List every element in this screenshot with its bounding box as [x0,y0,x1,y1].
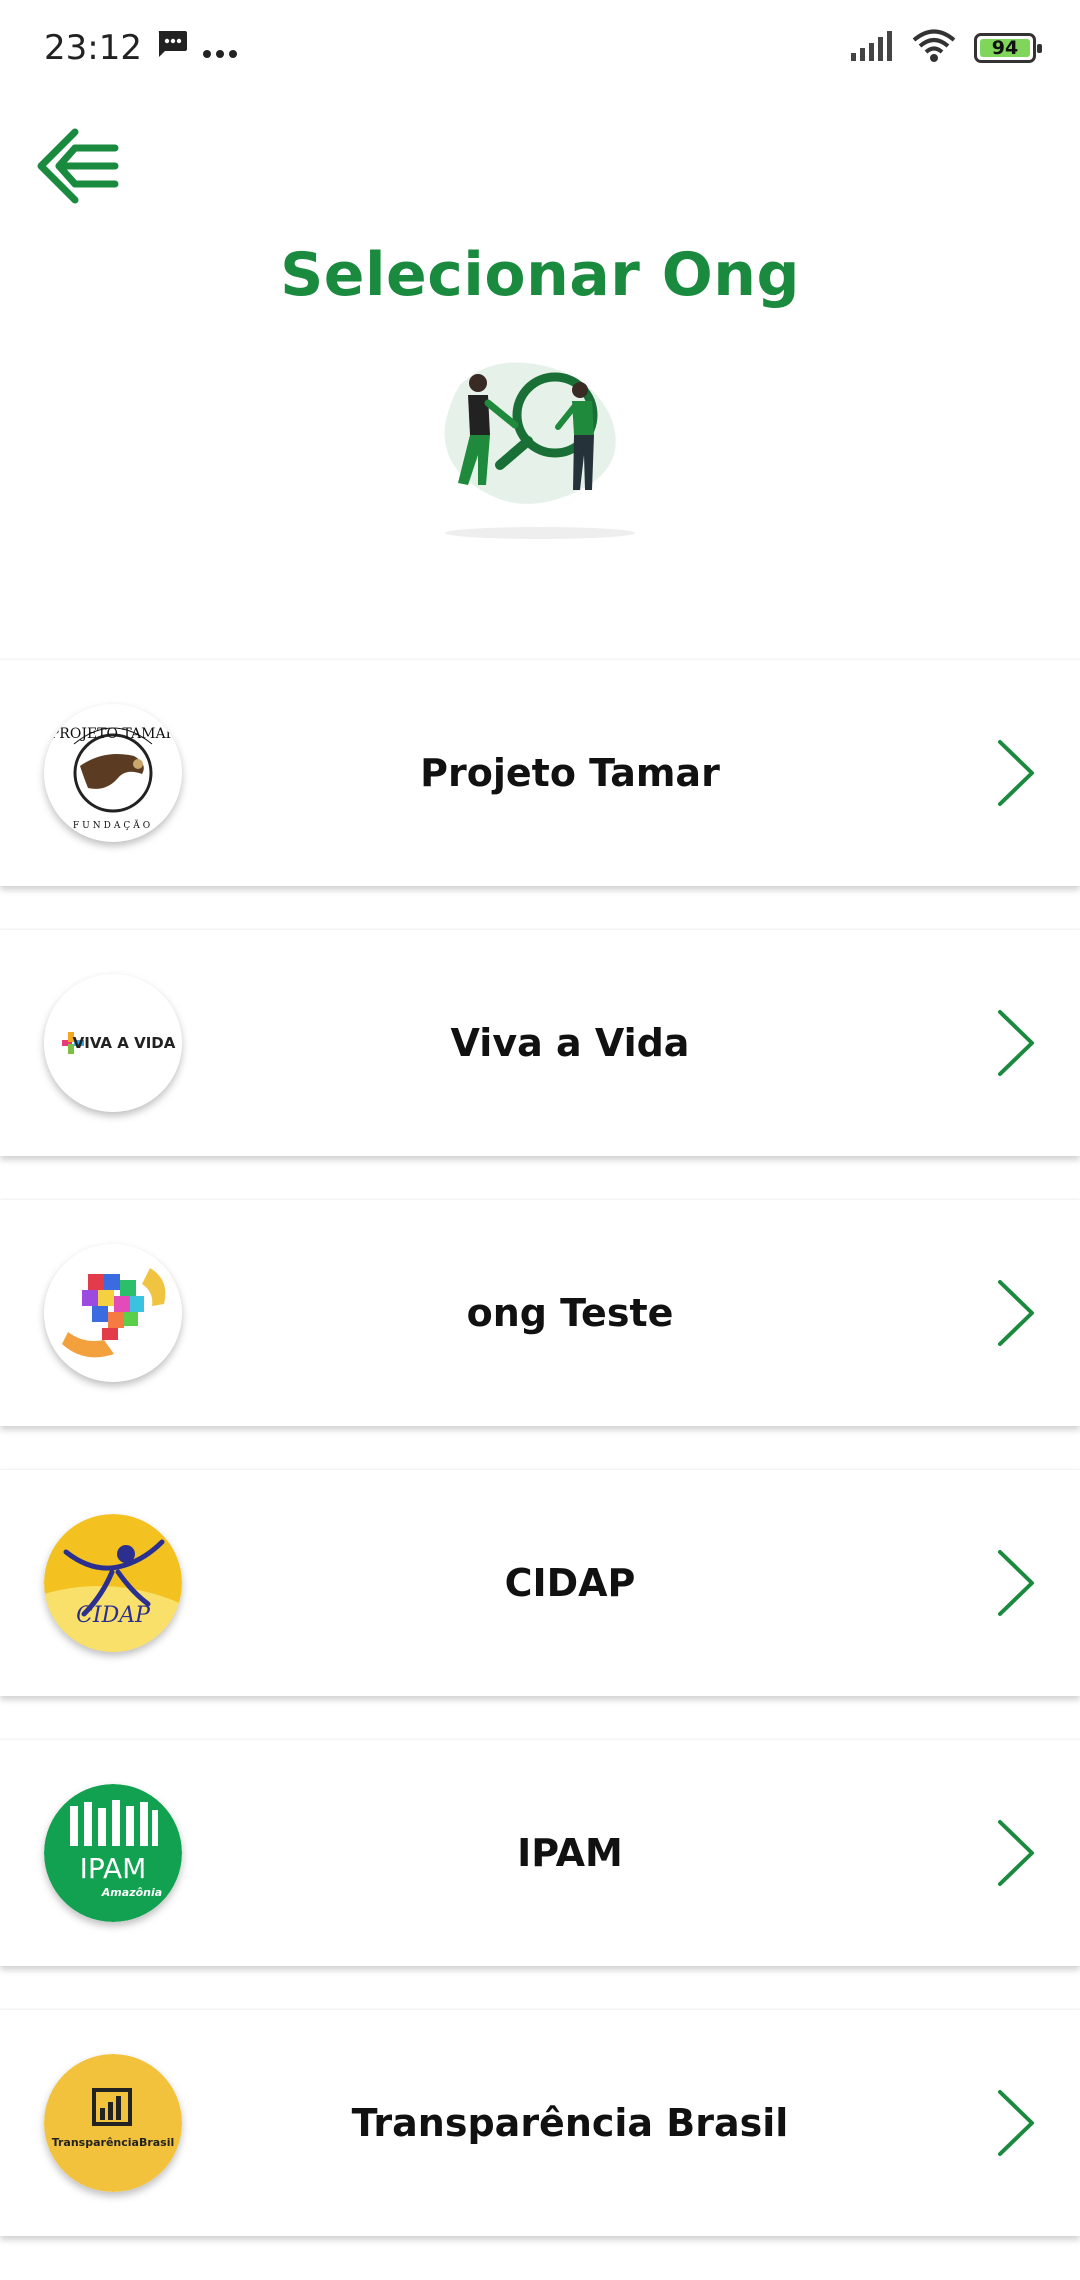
ong-list: PROJETO TAMAR FUNDAÇÃO Projeto Tamar VIV… [0,660,1080,2280]
logo-text: IPAM [80,1852,147,1885]
battery-icon: 94 [974,33,1042,63]
transparencia-brasil-logo: TransparênciaBrasil [44,2054,182,2192]
chevron-right-icon [998,1010,1034,1076]
chevron-right-icon [998,1550,1034,1616]
ong-name: CIDAP [504,1561,636,1605]
page-title: Selecionar Ong [280,240,800,310]
projeto-tamar-logo: PROJETO TAMAR FUNDAÇÃO [44,704,182,842]
cidap-logo: CIDAP [44,1514,182,1652]
logo-text: PROJETO TAMAR [50,726,177,742]
logo-text: VIVA A VIDA [73,1034,176,1052]
ong-card-cidap[interactable]: CIDAP CIDAP [0,1470,1080,1696]
ong-name: ong Teste [466,1291,674,1335]
chevron-right-icon [998,2090,1034,2156]
signal-icon [850,31,894,65]
logo-subtext: Amazônia [101,1886,162,1899]
ong-name: Transparência Brasil [351,2101,789,2145]
search-illustration [430,355,650,540]
ong-name: Viva a Vida [450,1021,690,1065]
ipam-logo: IPAM Amazônia [44,1784,182,1922]
ong-card-transparencia-brasil[interactable]: TransparênciaBrasil Transparência Brasil [0,2010,1080,2236]
ong-teste-logo [44,1244,182,1382]
battery-level: 94 [991,37,1019,59]
ong-card-ipam[interactable]: IPAM Amazônia IPAM [0,1740,1080,1966]
back-button[interactable] [32,120,124,212]
ong-name: Projeto Tamar [420,751,720,795]
logo-subtext: FUNDAÇÃO [73,819,153,831]
chevron-right-icon [998,740,1034,806]
viva-a-vida-logo: VIVA A VIDA [44,974,182,1112]
back-arrow-icon [37,128,119,204]
ong-card-projeto-tamar[interactable]: PROJETO TAMAR FUNDAÇÃO Projeto Tamar [0,660,1080,886]
ong-card-viva-a-vida[interactable]: VIVA A VIDA Viva a Vida [0,930,1080,1156]
status-left: 23:12 [44,28,238,68]
chevron-right-icon [998,1280,1034,1346]
status-bar: 23:12 94 [0,0,1080,96]
logo-text: CIDAP [76,1603,151,1628]
wifi-icon [912,29,956,67]
status-time: 23:12 [44,28,142,68]
message-icon [156,28,188,68]
more-dots-icon [202,28,238,68]
chevron-right-icon [998,1820,1034,1886]
logo-text: TransparênciaBrasil [52,2136,175,2149]
ong-card-ong-teste[interactable]: ong Teste [0,1200,1080,1426]
status-right: 94 [850,29,1042,67]
ong-name: IPAM [517,1831,623,1875]
